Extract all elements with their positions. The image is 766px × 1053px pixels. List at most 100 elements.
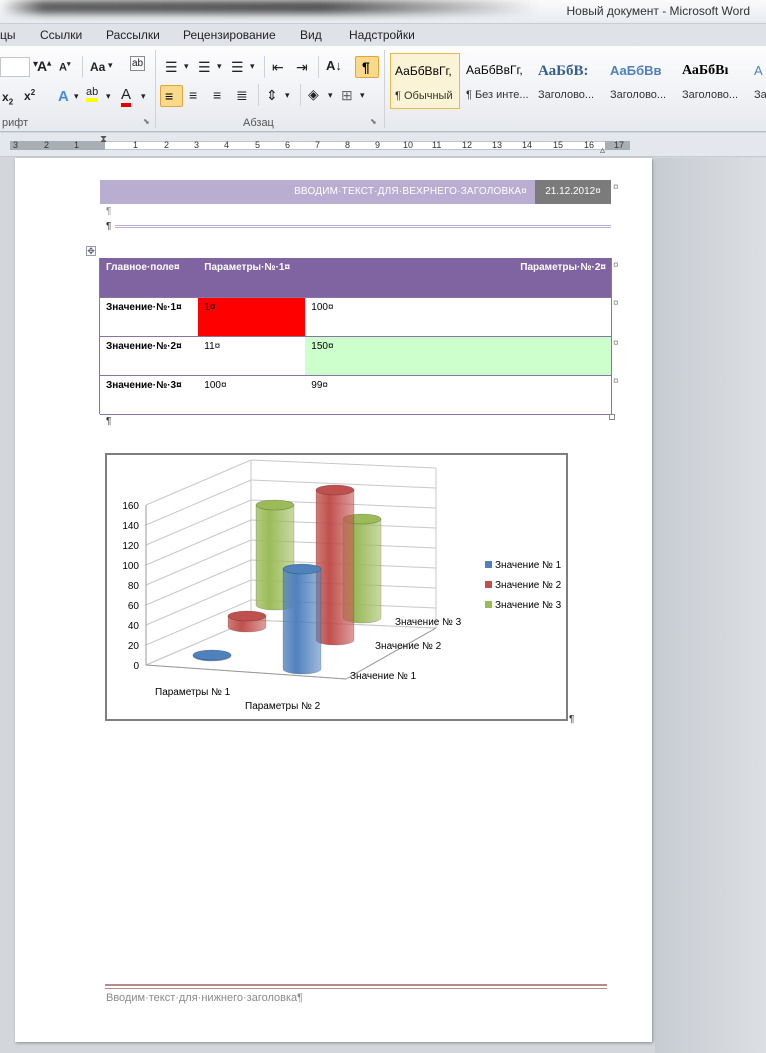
footer-text[interactable]: Вводим·текст·для·нижнего·заголовка¶ (106, 992, 303, 1004)
dropdown-arrow-icon[interactable]: ▾ (74, 91, 79, 102)
ruler-tick: 13 (492, 140, 503, 150)
dropdown-arrow-icon[interactable]: ▾ (328, 90, 333, 101)
y-tick-label: 160 (122, 501, 139, 512)
style-heading-4[interactable]: А За (750, 53, 766, 109)
borders-icon[interactable]: ⊞ (341, 87, 353, 104)
dropdown-arrow-icon[interactable]: ▾ (141, 91, 146, 102)
dropdown-arrow-icon[interactable]: ▾ (285, 90, 290, 101)
ruler-tick: 10 (403, 140, 414, 150)
horizontal-ruler[interactable]: 3 2 1 1 2 3 4 5 6 7 8 9 10 11 12 13 14 1… (0, 133, 766, 157)
style-name: ¶ Обычный (395, 90, 453, 102)
table-cell[interactable]: 11¤ (198, 335, 306, 375)
table-cell[interactable]: Значение·№·3¤ (100, 374, 199, 415)
end-of-cell-mark: ¤ (613, 182, 619, 193)
table-move-handle-icon[interactable]: ✥ (86, 246, 96, 256)
ruler-tick: 16 (584, 140, 595, 150)
tab-addins[interactable]: Надстройки (349, 28, 415, 42)
table-cell[interactable]: 100¤ (305, 296, 612, 336)
align-right-icon[interactable]: ≡ (213, 87, 221, 103)
superscript-icon[interactable]: x2 (24, 88, 35, 103)
text-effects-icon[interactable]: A (58, 88, 69, 105)
dropdown-arrow-icon[interactable]: ▾ (250, 61, 255, 72)
ruler-tick: 12 (462, 140, 473, 150)
align-left-button[interactable]: ≡ (160, 85, 183, 107)
tab-mailings[interactable]: Рассылки (106, 28, 160, 42)
clear-formatting-icon[interactable]: ab (130, 56, 146, 71)
numbering-icon[interactable]: ☰ (198, 59, 211, 76)
y-tick-label: 120 (122, 541, 139, 552)
decrease-indent-icon[interactable]: ⇤ (272, 59, 284, 76)
style-no-spacing[interactable]: АаБбВвГг, ¶ Без инте... (462, 53, 532, 109)
ruler-tick: 6 (285, 140, 291, 150)
tab-view[interactable]: Вид (300, 28, 322, 42)
workspace-background (655, 158, 766, 1053)
table-cell[interactable]: Значение·№·1¤ (100, 296, 199, 336)
dropdown-arrow-icon[interactable]: ▾ (217, 61, 222, 72)
x-category-label: Параметры № 2 (245, 701, 321, 712)
data-table[interactable]: Главное·поле¤ Параметры·№·1¤ Параметры·№… (100, 258, 612, 415)
legend-swatch (485, 561, 492, 568)
line-spacing-icon[interactable]: ⇕ (266, 87, 278, 104)
shrink-font-icon[interactable]: A▾ (59, 60, 70, 74)
y-tick-label: 140 (122, 521, 139, 532)
table-header-cell[interactable]: Параметры·№·1¤ (198, 258, 306, 297)
separator (318, 56, 319, 78)
style-heading-2[interactable]: АаБбВв Заголово... (606, 53, 676, 109)
pilcrow-icon: ¶ (362, 59, 370, 75)
increase-indent-icon[interactable]: ⇥ (296, 59, 308, 76)
sort-icon[interactable]: A↓ (326, 58, 342, 73)
shading-icon[interactable]: ◈ (308, 86, 319, 103)
bar-cylinder-top (192, 649, 232, 661)
bar-cylinder-top (315, 484, 355, 496)
font-size-input[interactable] (0, 57, 30, 77)
chart-object[interactable]: 0 20 40 60 80 100 120 140 160 Параметры № 1 Параме… (105, 453, 568, 721)
subscript-icon[interactable]: x2 (2, 90, 13, 106)
indent-marker-icon[interactable]: ⧗ (100, 134, 107, 145)
bar-cylinder-top (282, 563, 322, 575)
table-cell[interactable]: 99¤ (305, 374, 612, 415)
style-name: За (754, 89, 766, 101)
y-tick-label: 100 (122, 561, 139, 572)
highlight-icon[interactable]: ab (86, 86, 99, 102)
tab-page-layout[interactable]: цы (0, 28, 16, 42)
tab-review[interactable]: Рецензирование (183, 28, 276, 42)
ruler-tick: 5 (255, 140, 261, 150)
table-cell[interactable]: Значение·№·2¤ (100, 335, 199, 375)
document-page[interactable]: ВВОДИМ·ТЕКСТ·ДЛЯ·ВЕХРНЕГО·ЗАГОЛОВКА¤ 21.… (15, 158, 652, 1042)
separator (384, 50, 385, 128)
tab-references[interactable]: Ссылки (40, 28, 82, 42)
bar-cylinder (282, 568, 322, 675)
style-heading-3[interactable]: АаБбВı Заголово... (678, 53, 748, 109)
table-header-cell[interactable]: Параметры·№·2¤ (305, 258, 612, 297)
change-case-arrow-icon[interactable]: ▾ (108, 60, 113, 71)
depth-series-label: Значение № 2 (375, 641, 442, 652)
show-formatting-button[interactable]: ¶ (355, 56, 379, 78)
dialog-launcher-icon[interactable]: ⬊ (370, 117, 377, 126)
table-cell[interactable]: 100¤ (198, 374, 306, 415)
header-bar[interactable]: ВВОДИМ·ТЕКСТ·ДЛЯ·ВЕХРНЕГО·ЗАГОЛОВКА¤ 21.… (100, 180, 611, 204)
table-row: Значение·№·3¤ 100¤ 99¤ (100, 374, 612, 415)
dropdown-arrow-icon[interactable]: ▾ (360, 90, 365, 101)
bar-cylinder (315, 489, 355, 646)
change-case-button[interactable]: Aa (90, 60, 105, 74)
right-indent-marker-icon[interactable]: ▵ (600, 145, 605, 156)
window-title: Новый документ - Microsoft Word (566, 4, 750, 18)
align-center-icon[interactable]: ≡ (189, 87, 197, 103)
ruler-tick: 2 (164, 140, 170, 150)
grow-font-icon[interactable]: A▴ (37, 58, 51, 74)
bullets-icon[interactable]: ☰ (165, 59, 178, 76)
dialog-launcher-icon[interactable]: ⬊ (143, 117, 150, 126)
font-color-icon[interactable]: A (121, 86, 132, 107)
ruler-tick: 3 (13, 140, 19, 150)
table-cell-green[interactable]: 150¤ (305, 335, 612, 375)
style-normal[interactable]: АаБбВвГг, ¶ Обычный (390, 53, 460, 109)
title-bar-blur (0, 0, 540, 14)
style-heading-1[interactable]: АаБбВ: Заголово... (534, 53, 604, 109)
table-resize-handle[interactable] (609, 414, 615, 420)
dropdown-arrow-icon[interactable]: ▾ (184, 61, 189, 72)
multilevel-list-icon[interactable]: ☰ (231, 59, 244, 76)
table-cell-red[interactable]: 1¤ (198, 296, 306, 336)
justify-icon[interactable]: ≣ (236, 87, 248, 104)
dropdown-arrow-icon[interactable]: ▾ (106, 91, 111, 102)
table-header-cell[interactable]: Главное·поле¤ (100, 258, 199, 297)
